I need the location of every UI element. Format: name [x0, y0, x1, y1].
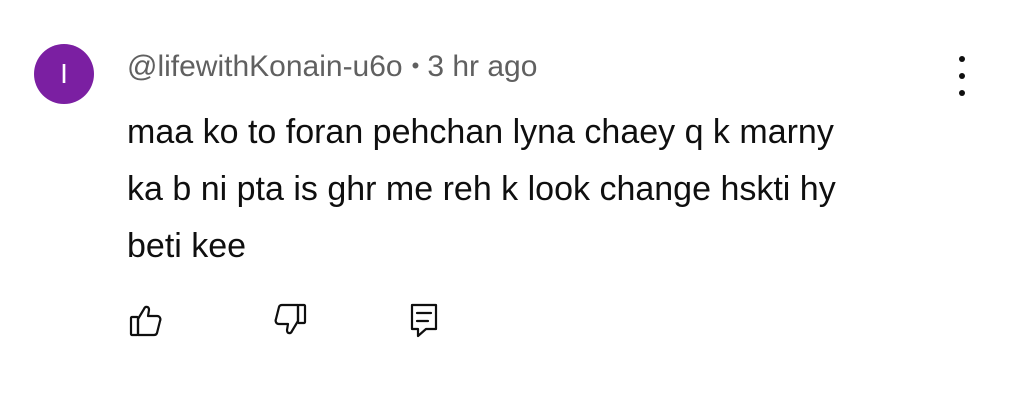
like-button[interactable]	[122, 296, 170, 344]
comment-line: ka b ni pta is ghr me reh k look change …	[127, 170, 836, 208]
avatar-letter: I	[60, 58, 68, 89]
separator-dot: •	[411, 53, 420, 78]
menu-dot	[959, 73, 965, 79]
comment-line: beti kee	[127, 227, 247, 265]
menu-dot	[959, 90, 965, 96]
comment-header: @lifewithKonain-u6o • 3 hr ago	[127, 48, 537, 86]
comment-item: I @lifewithKonain-u6o • 3 hr ago maa ko …	[0, 0, 1024, 402]
avatar[interactable]: I	[34, 44, 94, 104]
reply-comment-icon	[410, 303, 438, 338]
comment-time[interactable]: 3 hr ago	[427, 50, 537, 84]
author-name[interactable]: @lifewithKonain-u6o	[127, 50, 403, 84]
comment-text: maa ko to foran pehchan lyna chaey q k m…	[127, 104, 967, 275]
comment-actions	[0, 296, 1024, 344]
menu-dot	[959, 56, 965, 62]
dislike-button[interactable]	[266, 296, 314, 344]
thumbs-down-icon	[274, 303, 307, 335]
comment-line: maa ko to foran pehchan lyna chaey q k m…	[127, 113, 834, 151]
more-vertical-icon[interactable]	[948, 56, 976, 96]
thumbs-up-icon	[129, 305, 162, 337]
reply-button[interactable]	[400, 296, 448, 344]
